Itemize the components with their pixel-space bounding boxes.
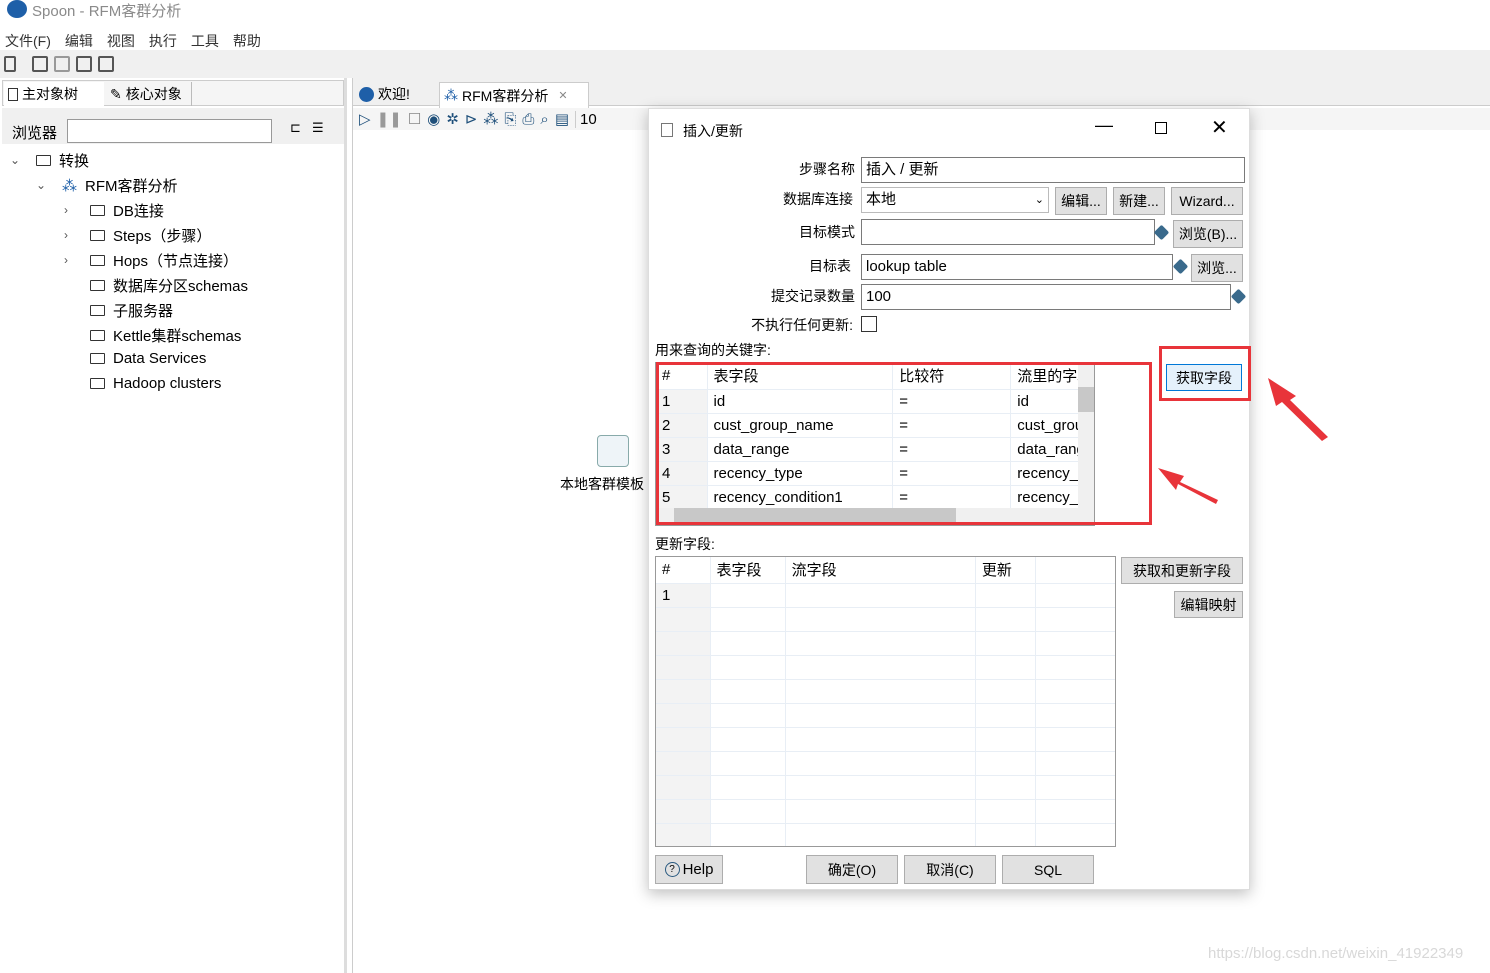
watermark: https://blog.csdn.net/weixin_41922349 [1208,945,1464,962]
annotation-arrows [1158,378,1328,504]
arrow-to-get-fields [1268,378,1328,441]
arrow-to-keys-table [1158,468,1218,504]
